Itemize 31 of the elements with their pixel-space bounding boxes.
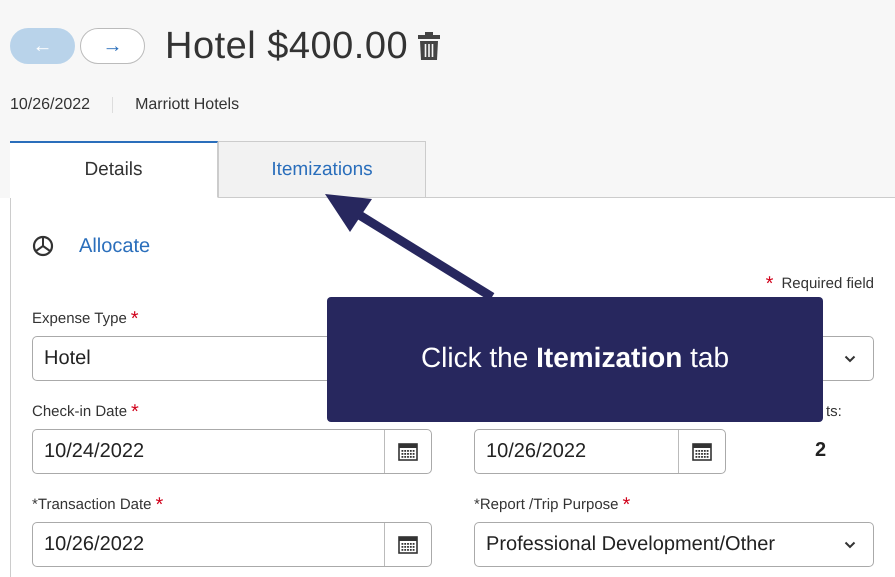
date-field[interactable]: 10/26/2022 (32, 522, 432, 567)
required-asterisk: * (156, 494, 164, 516)
forward-button[interactable]: → (80, 28, 145, 64)
field-label: ts: (826, 403, 842, 420)
tab[interactable]: Details (10, 141, 218, 198)
chevron-down-icon (844, 540, 856, 548)
required-asterisk: * (131, 401, 139, 423)
date-field[interactable]: 10/24/2022 (32, 429, 432, 474)
nights-count: 2 (815, 439, 826, 462)
field-label: Check-in Date (32, 403, 128, 420)
required-note: Required field (781, 275, 874, 292)
dropdown-field[interactable]: Professional Development/Other (474, 522, 874, 567)
trash-icon[interactable] (418, 32, 440, 60)
pie-chart-icon (32, 235, 54, 257)
calendar-icon (398, 442, 418, 460)
tab[interactable]: Itemizations (218, 141, 426, 198)
field-label: *Transaction Date (32, 496, 152, 513)
calendar-icon (398, 536, 418, 554)
instruction-text: Click the Itemization tab (420, 342, 730, 374)
required-asterisk: * (130, 308, 139, 330)
calendar-icon (692, 442, 712, 460)
date-field[interactable]: 10/26/2022 (474, 429, 726, 474)
vendor-name: Marriott Hotels (135, 96, 240, 114)
chevron-down-icon (844, 354, 856, 362)
required-asterisk: * (766, 273, 774, 295)
page-title: Hotel $400.00 (165, 24, 408, 68)
expense-date: 10/26/2022 (10, 96, 90, 114)
field-label: Expense Type (32, 310, 127, 327)
allocate-link[interactable]: Allocate (79, 234, 150, 258)
field-label: *Report /Trip Purpose (474, 496, 619, 513)
required-asterisk: * (622, 494, 630, 516)
